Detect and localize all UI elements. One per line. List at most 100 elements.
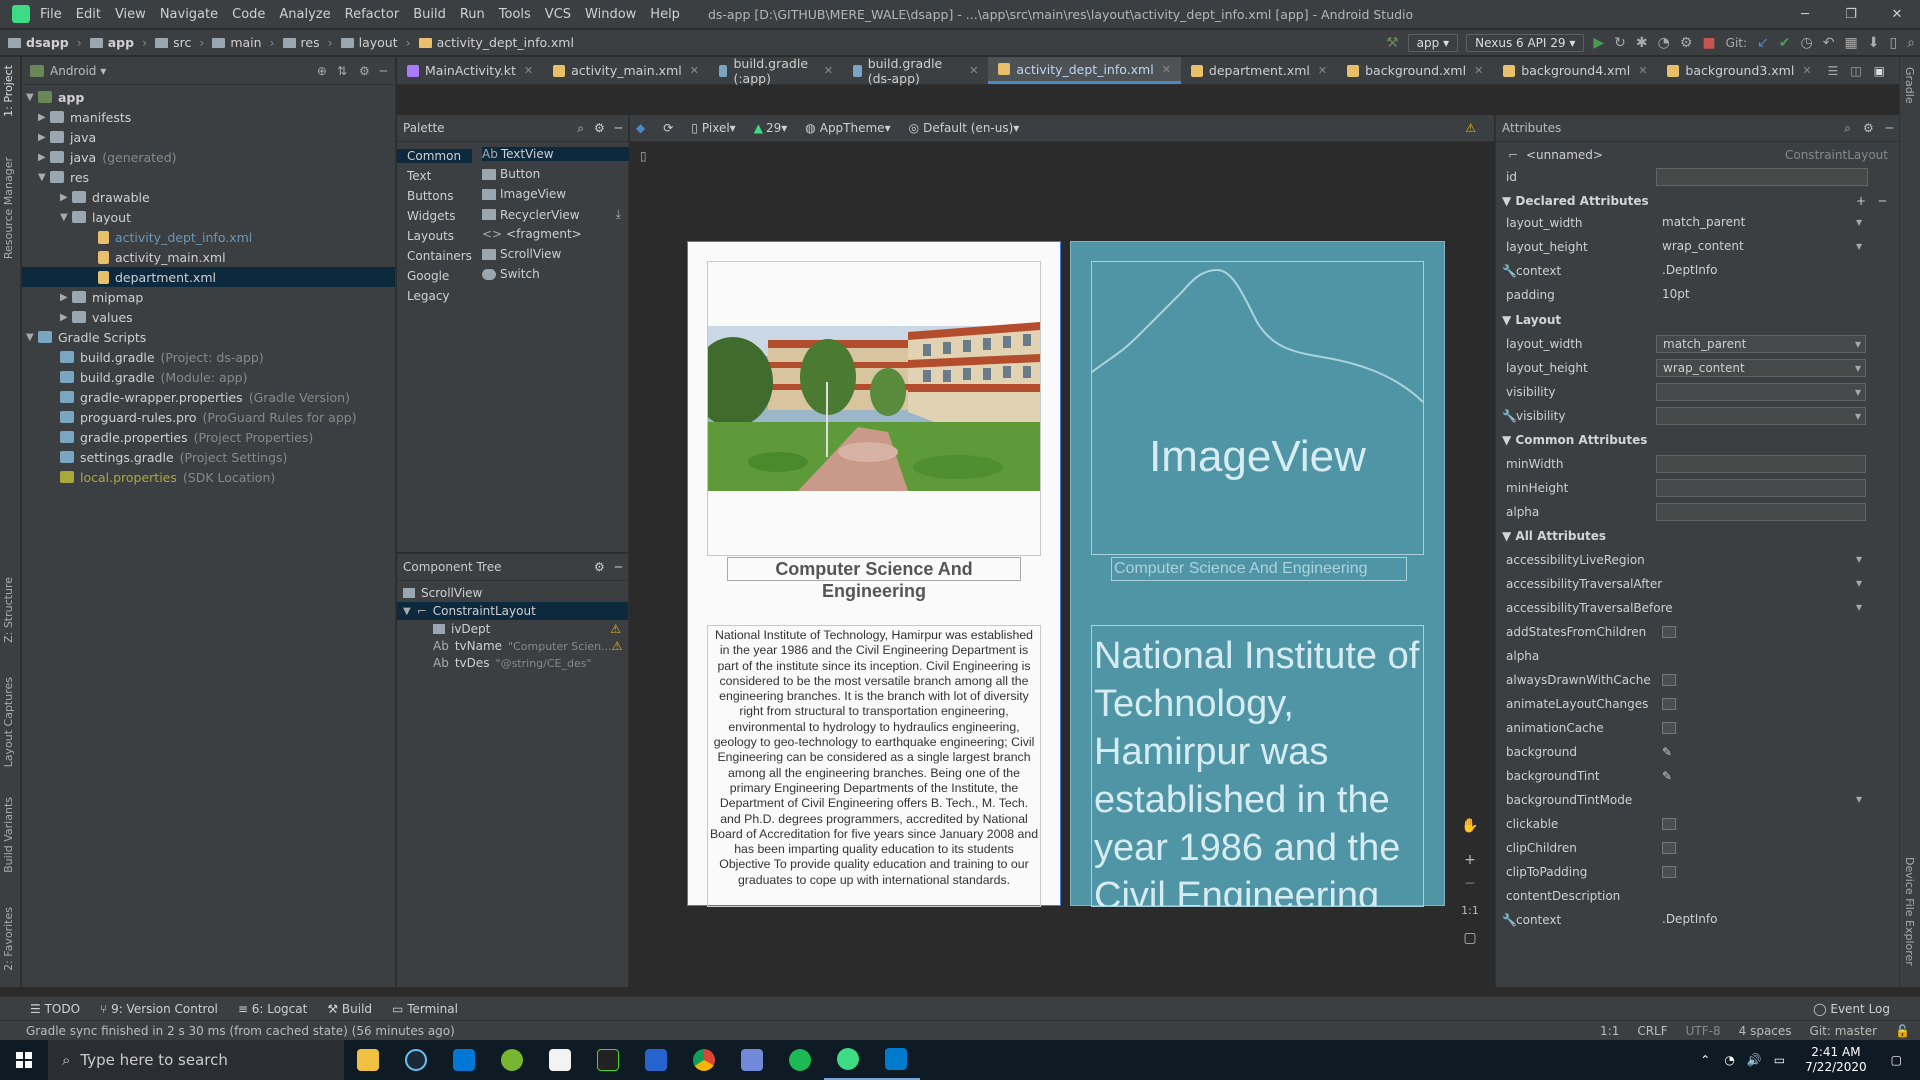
status-message[interactable]: Gradle sync finished in 2 s 30 ms (from …	[26, 1024, 455, 1038]
common-attributes-header[interactable]: ▼ Common Attributes	[1502, 433, 1647, 447]
menu-vcs[interactable]: VCS	[545, 7, 571, 22]
tree-node-tvname[interactable]: Ab tvName "Computer Scien... ⚠	[433, 639, 622, 653]
settings-icon[interactable]: ⚙	[1863, 121, 1874, 135]
tree-item-local-properties[interactable]: local.properties (SDK Location)	[60, 467, 275, 487]
zoom-in-icon[interactable]: +	[1458, 852, 1482, 868]
vscode-icon[interactable]	[872, 1040, 920, 1080]
spotify-icon[interactable]	[776, 1040, 824, 1080]
clock[interactable]: 2:41 AM 7/22/2020	[1805, 1045, 1867, 1075]
tree-item-values[interactable]: ▶ values	[60, 307, 133, 327]
hide-panel-icon[interactable]: ─	[615, 121, 622, 135]
breadcrumb-item[interactable]: dsapp ›	[8, 35, 82, 50]
locale-select[interactable]: ◎ Default (en-us) ▾	[909, 121, 1020, 135]
android-studio-icon[interactable]	[824, 1040, 872, 1080]
attr-checkbox[interactable]	[1662, 722, 1676, 734]
chrome-icon[interactable]	[680, 1040, 728, 1080]
design-view-icon[interactable]: ▣	[1874, 64, 1885, 78]
file-encoding[interactable]: UTF-8	[1686, 1024, 1721, 1038]
pick-resource-icon[interactable]: ✎	[1662, 769, 1672, 783]
menu-build[interactable]: Build	[413, 7, 446, 22]
tree-item-layout[interactable]: ▼ layout	[60, 207, 131, 227]
zoom-out-icon[interactable]: ─	[1458, 876, 1482, 892]
minheight-input[interactable]	[1656, 479, 1866, 497]
git-branch[interactable]: Git: master	[1810, 1024, 1878, 1038]
attr-checkbox[interactable]	[1662, 866, 1676, 878]
close-tab-icon[interactable]: ✕	[969, 64, 978, 77]
tool-tab-structure[interactable]: Z: Structure	[2, 577, 15, 643]
settings-icon[interactable]: ⚙	[359, 64, 370, 78]
palette-item-scrollview[interactable]: ScrollView	[482, 247, 561, 261]
tree-item-activity-main[interactable]: activity_main.xml	[98, 247, 226, 267]
attr-dropdown[interactable]	[1656, 575, 1866, 593]
start-button[interactable]	[0, 1040, 48, 1080]
palette-item-button[interactable]: Button	[482, 167, 540, 181]
attr-checkbox[interactable]	[1662, 626, 1676, 638]
search-icon[interactable]: ⌕	[577, 121, 584, 136]
tab-department[interactable]: department.xml ✕	[1181, 57, 1337, 84]
settings-icon[interactable]: ⚙	[594, 121, 605, 135]
palette-category-widgets[interactable]: Widgets	[407, 209, 456, 223]
pan-mode-icon[interactable]: ▯	[640, 149, 647, 163]
dept-image[interactable]	[693, 261, 1041, 556]
menu-run[interactable]: Run	[460, 7, 485, 22]
attr-value-context[interactable]: .DeptInfo	[1656, 911, 1866, 929]
blueprint-dept-name[interactable]: Computer Science And Engineering	[1111, 557, 1407, 581]
search-icon[interactable]: ⌕	[1844, 121, 1851, 136]
declared-attributes-header[interactable]: ▼ Declared Attributes	[1502, 194, 1649, 208]
tool-tab-resource-manager[interactable]: Resource Manager	[2, 157, 15, 259]
mail-icon[interactable]	[440, 1040, 488, 1080]
hammer-icon[interactable]: ⚒	[1386, 35, 1399, 51]
store-icon[interactable]	[536, 1040, 584, 1080]
tab-background3[interactable]: background3.xml ✕	[1657, 57, 1821, 84]
tree-item-gradle-properties[interactable]: gradle.properties (Project Properties)	[60, 427, 313, 447]
id-input[interactable]	[1656, 168, 1868, 186]
tool-logcat[interactable]: ≡ 6: Logcat	[238, 1002, 307, 1016]
zoom-actual-size-icon[interactable]: 1:1	[1458, 904, 1482, 917]
tree-node-ivdept[interactable]: ivDept ⚠	[433, 622, 621, 636]
pick-resource-icon[interactable]: ✎	[1662, 745, 1672, 759]
download-icon[interactable]: ⤓	[616, 207, 621, 222]
todo-icon[interactable]	[632, 1040, 680, 1080]
device-select[interactable]: Nexus 6 API 29 ▾	[1466, 33, 1585, 52]
theme-select[interactable]: ◍ AppTheme ▾	[805, 121, 890, 135]
palette-category-layouts[interactable]: Layouts	[407, 229, 454, 243]
tool-tab-device-file-explorer[interactable]: Device File Explorer	[1903, 857, 1916, 966]
tree-item-drawable[interactable]: ▶ drawable	[60, 187, 150, 207]
battery-icon[interactable]: ▭	[1774, 1053, 1785, 1067]
close-tab-icon[interactable]: ✕	[1318, 64, 1327, 77]
taskbar-search[interactable]: ⌕ Type here to search	[48, 1040, 344, 1080]
tool-todo[interactable]: ☰ TODO	[30, 1002, 80, 1016]
menu-window[interactable]: Window	[585, 7, 636, 22]
warning-icon[interactable]: ⚠	[1465, 121, 1476, 135]
minwidth-input[interactable]	[1656, 455, 1866, 473]
close-icon[interactable]: ✕	[1874, 7, 1920, 22]
tab-build-gradle-ds-app[interactable]: build.gradle (ds-app) ✕	[843, 56, 988, 86]
menu-help[interactable]: Help	[650, 7, 680, 22]
attr-dropdown[interactable]	[1656, 551, 1866, 569]
menu-refactor[interactable]: Refactor	[345, 7, 400, 22]
locate-icon[interactable]: ⊕	[317, 64, 327, 78]
design-preview[interactable]: Computer Science And Engineering Nationa…	[687, 241, 1061, 907]
tree-item-proguard[interactable]: proguard-rules.pro (ProGuard Rules for ap…	[60, 407, 357, 427]
menu-code[interactable]: Code	[232, 7, 265, 22]
dept-name-text[interactable]: Computer Science And Engineering	[727, 557, 1021, 601]
search-icon[interactable]: ⌕	[1907, 35, 1915, 51]
layout-width-select[interactable]: match_parent	[1656, 335, 1866, 353]
tree-item-res[interactable]: ▼ res	[38, 167, 89, 187]
steam-icon[interactable]	[392, 1040, 440, 1080]
menu-analyze[interactable]: Analyze	[279, 7, 330, 22]
palette-item-imageview[interactable]: ImageView	[482, 187, 566, 201]
layout-height-select[interactable]: wrap_content	[1656, 359, 1866, 377]
tab-activity-main[interactable]: activity_main.xml ✕	[543, 57, 709, 84]
menu-edit[interactable]: Edit	[76, 7, 101, 22]
palette-category-containers[interactable]: Containers	[407, 249, 472, 263]
hide-panel-icon[interactable]: ─	[615, 560, 622, 574]
attr-value-context[interactable]: .DeptInfo	[1656, 262, 1866, 280]
blueprint-preview[interactable]: ImageView Computer Science And Engineeri…	[1070, 241, 1445, 907]
tool-tab-project[interactable]: 1: Project	[2, 65, 15, 117]
close-tab-icon[interactable]: ✕	[1162, 63, 1171, 76]
hide-panel-icon[interactable]: ─	[1886, 121, 1893, 135]
attr-value-layout-height[interactable]: wrap_content	[1656, 238, 1866, 256]
tools-visibility-select[interactable]	[1656, 407, 1866, 425]
indent-setting[interactable]: 4 spaces	[1739, 1024, 1792, 1038]
